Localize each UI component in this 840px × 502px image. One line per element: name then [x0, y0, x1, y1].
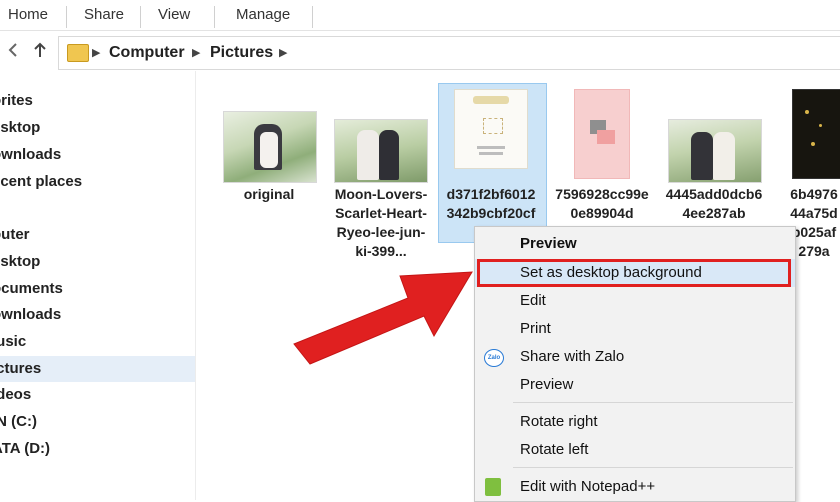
- menu-item-preview[interactable]: Preview: [475, 230, 795, 258]
- sidebar-item-drive-d[interactable]: ATA (D:): [0, 436, 195, 462]
- file-thumbnail: [574, 89, 630, 179]
- chevron-right-icon[interactable]: ▶: [279, 46, 287, 59]
- sidebar-item-pictures[interactable]: ictures: [0, 356, 195, 382]
- notepad-plus-plus-icon: [485, 478, 501, 496]
- back-arrow-icon[interactable]: [6, 41, 20, 62]
- sidebar-item-favorites[interactable]: orites: [0, 88, 195, 114]
- ribbon-divider: [140, 6, 141, 28]
- sidebar-item-music[interactable]: lusic: [0, 329, 195, 355]
- file-name: 4445add0dcb64ee287ab: [665, 186, 763, 221]
- sidebar-item-downloads[interactable]: ownloads: [0, 142, 195, 168]
- sidebar-item-desktop[interactable]: esktop: [0, 249, 195, 275]
- address-box[interactable]: ▶ Computer ▶ Pictures ▶: [58, 36, 840, 70]
- ribbon-divider: [214, 6, 215, 28]
- file-thumbnail: [792, 89, 840, 179]
- file-thumbnail: [334, 119, 428, 183]
- ribbon-divider: [312, 6, 313, 28]
- sidebar-item-recent-places[interactable]: ecent places: [0, 169, 195, 195]
- file-name: original: [243, 186, 295, 202]
- tab-manage[interactable]: Manage: [236, 0, 290, 30]
- file-thumbnail: [668, 119, 762, 183]
- sidebar-item-desktop[interactable]: esktop: [0, 115, 195, 141]
- context-menu: Preview Set as desktop background Edit P…: [474, 226, 796, 502]
- menu-item-edit[interactable]: Edit: [475, 287, 795, 315]
- breadcrumb-computer[interactable]: Computer: [109, 44, 185, 62]
- file-thumbnail: [454, 89, 528, 169]
- menu-item-share-with-zalo[interactable]: Zalo Share with Zalo: [475, 343, 795, 371]
- folder-icon: [67, 44, 89, 62]
- sidebar-item-videos[interactable]: ideos: [0, 382, 195, 408]
- tab-view[interactable]: View: [158, 0, 190, 30]
- sidebar-item-drive-c[interactable]: IN (C:): [0, 409, 195, 435]
- navigation-pane: orites esktop ownloads ecent places pute…: [0, 71, 196, 500]
- chevron-right-icon[interactable]: ▶: [92, 46, 100, 59]
- file-name: 7596928cc99e0e89904d: [555, 186, 649, 221]
- sidebar-item-downloads[interactable]: ownloads: [0, 302, 195, 328]
- address-bar: ▶ Computer ▶ Pictures ▶: [0, 33, 840, 71]
- menu-item-rotate-right[interactable]: Rotate right: [475, 408, 795, 436]
- sidebar-item-documents[interactable]: ocuments: [0, 276, 195, 302]
- sidebar-item-computer[interactable]: puter: [0, 222, 195, 248]
- menu-divider: [513, 467, 793, 468]
- breadcrumb-pictures[interactable]: Pictures: [210, 44, 273, 62]
- menu-item-preview[interactable]: Preview: [475, 371, 795, 399]
- up-arrow-icon[interactable]: [32, 41, 48, 62]
- ribbon: Home Share View Manage: [0, 0, 840, 31]
- menu-divider: [513, 402, 793, 403]
- file-thumbnail: [223, 111, 317, 183]
- chevron-right-icon[interactable]: ▶: [192, 46, 200, 59]
- menu-item-print[interactable]: Print: [475, 315, 795, 343]
- annotation-arrow: [293, 271, 473, 365]
- annotation-highlight-box: [477, 259, 791, 287]
- tab-home[interactable]: Home: [8, 0, 48, 30]
- tab-share[interactable]: Share: [84, 0, 124, 30]
- ribbon-divider: [66, 6, 67, 28]
- menu-item-rotate-left[interactable]: Rotate left: [475, 436, 795, 464]
- menu-item-edit-with-notepad-plus-plus[interactable]: Edit with Notepad++: [475, 473, 795, 501]
- zalo-icon: Zalo: [484, 349, 504, 367]
